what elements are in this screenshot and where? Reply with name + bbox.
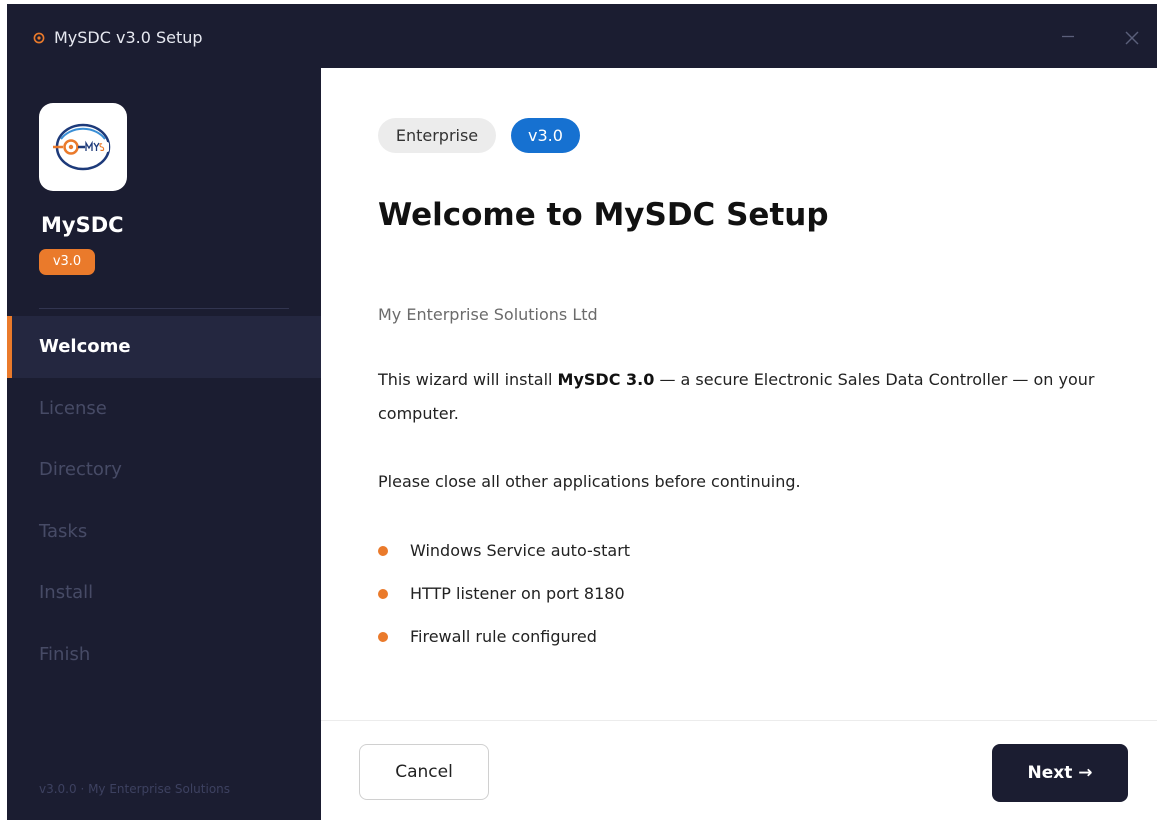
feature-label: HTTP listener on port 8180 — [410, 584, 625, 603]
setup-window: MySDC v3.0 Setup MySDC v3.0 Welcome Lice… — [7, 4, 1157, 820]
title-bar[interactable]: MySDC v3.0 Setup — [7, 4, 1157, 68]
mysdc-logo-icon — [53, 123, 111, 171]
page-title: Welcome to MySDC Setup — [378, 197, 829, 233]
version-chip: v3.0 — [511, 118, 580, 153]
edition-badge: Enterprise — [378, 118, 496, 153]
version-badge: v3.0 — [39, 249, 95, 275]
close-icon[interactable] — [1120, 26, 1144, 50]
next-button[interactable]: Next → — [992, 744, 1128, 802]
feature-label: Firewall rule configured — [410, 627, 597, 646]
window-title: MySDC v3.0 Setup — [54, 28, 203, 47]
intro-before: This wizard will install — [378, 370, 558, 389]
company-name: My Enterprise Solutions Ltd — [378, 305, 598, 324]
feature-list: Windows Service auto-start HTTP listener… — [378, 534, 630, 663]
main-content: Enterprise v3.0 Welcome to MySDC Setup M… — [321, 68, 1157, 720]
step-list: Welcome License Directory Tasks Install … — [7, 316, 321, 685]
step-finish[interactable]: Finish — [7, 624, 321, 686]
close-apps-note: Please close all other applications befo… — [378, 472, 801, 491]
feature-label: Windows Service auto-start — [410, 541, 631, 560]
feature-item: Firewall rule configured — [378, 620, 630, 663]
button-bar: Cancel Next → — [321, 720, 1157, 820]
intro-product: MySDC 3.0 — [557, 370, 655, 389]
sidebar: MySDC v3.0 Welcome License Directory Tas… — [7, 68, 321, 820]
step-welcome[interactable]: Welcome — [7, 316, 321, 378]
intro-text: This wizard will install MySDC 3.0 — a s… — [378, 363, 1118, 431]
sidebar-divider — [39, 308, 289, 309]
desktop-edge — [0, 0, 7, 820]
step-tasks[interactable]: Tasks — [7, 501, 321, 563]
feature-item: Windows Service auto-start — [378, 534, 630, 577]
sidebar-footer: v3.0.0 · My Enterprise Solutions — [39, 782, 231, 796]
app-icon — [39, 103, 127, 191]
feature-item: HTTP listener on port 8180 — [378, 577, 630, 620]
bullet-dot-icon — [378, 632, 388, 642]
target-icon — [33, 32, 45, 44]
bullet-dot-icon — [378, 589, 388, 599]
step-install[interactable]: Install — [7, 562, 321, 624]
step-license[interactable]: License — [7, 378, 321, 440]
bullet-dot-icon — [378, 546, 388, 556]
minimize-icon[interactable] — [1056, 24, 1080, 48]
app-name: MySDC — [41, 213, 124, 237]
cancel-button[interactable]: Cancel — [359, 744, 489, 800]
step-directory[interactable]: Directory — [7, 439, 321, 501]
